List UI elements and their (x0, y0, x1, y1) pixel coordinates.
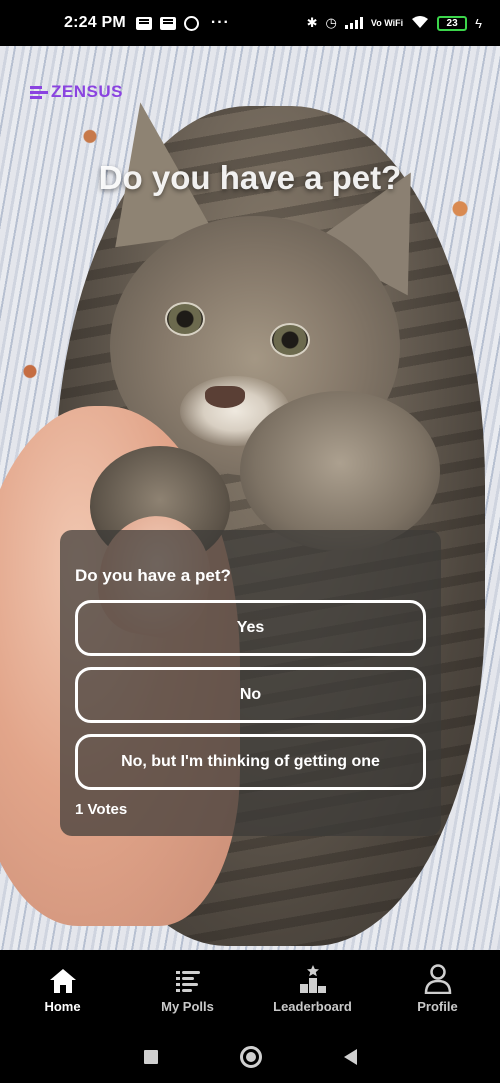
bluetooth-icon: ✱ (306, 15, 318, 30)
logo-mark-icon (30, 85, 48, 99)
kitten-eye-right (270, 323, 310, 357)
vowifi-label: Vo WiFi (370, 17, 404, 28)
logo-text: ZENSUS (51, 82, 123, 101)
list-icon (174, 964, 202, 994)
message-icon (135, 16, 152, 30)
kitten-nose (205, 386, 245, 408)
battery-icon: 23 (437, 15, 468, 31)
nav-label-leaderboard: Leaderboard (273, 999, 352, 1014)
poll-option-yes[interactable]: Yes (75, 600, 426, 656)
leaderboard-icon (298, 964, 328, 994)
nav-item-my-polls[interactable]: My Polls (125, 950, 250, 1030)
poll-question: Do you have a pet? (75, 566, 231, 585)
poll-vote-count: 1 Votes (75, 801, 128, 818)
status-right-icons: ✱ ◷ Vo WiFi 23 ϟ (307, 15, 482, 32)
nav-item-home[interactable]: Home (0, 950, 125, 1030)
signal-icon (344, 17, 363, 29)
alarm-icon: ◷ (325, 15, 337, 30)
status-bar: 2:24 PM ··· ✱ ◷ Vo WiFi 23 ϟ (0, 0, 500, 46)
bottom-navigation: Home My Polls Leaderboard Profile (0, 950, 500, 1030)
poll-option-thinking[interactable]: No, but I'm thinking of getting one (75, 734, 426, 790)
status-time: 2:24 PM (64, 14, 126, 31)
home-icon (49, 964, 77, 994)
system-navigation-bar (0, 1030, 500, 1083)
message-icon (159, 16, 176, 30)
charging-icon: ϟ (475, 15, 482, 31)
wifi-icon (411, 15, 429, 32)
kitten-paw-right (240, 391, 440, 551)
profile-icon (424, 964, 452, 994)
app-logo: ZENSUS (30, 82, 123, 102)
nav-label-home: Home (44, 999, 81, 1014)
whatsapp-icon (183, 15, 199, 31)
battery-level: 23 (446, 17, 458, 29)
more-notifications-icon: ··· (210, 14, 230, 31)
notification-icons: ··· (135, 14, 230, 32)
home-circle-icon[interactable] (239, 1045, 262, 1068)
kitten-eye-left (165, 302, 205, 336)
recents-icon[interactable] (143, 1049, 158, 1064)
nav-item-leaderboard[interactable]: Leaderboard (250, 950, 375, 1030)
hero-title: Do you have a pet? (98, 159, 402, 196)
poll-card: Do you have a pet? Yes No No, but I'm th… (60, 530, 441, 836)
nav-label-profile: Profile (417, 999, 458, 1014)
back-icon[interactable] (343, 1048, 357, 1065)
nav-label-my-polls: My Polls (161, 999, 214, 1014)
poll-option-no[interactable]: No (75, 667, 426, 723)
nav-item-profile[interactable]: Profile (375, 950, 500, 1030)
